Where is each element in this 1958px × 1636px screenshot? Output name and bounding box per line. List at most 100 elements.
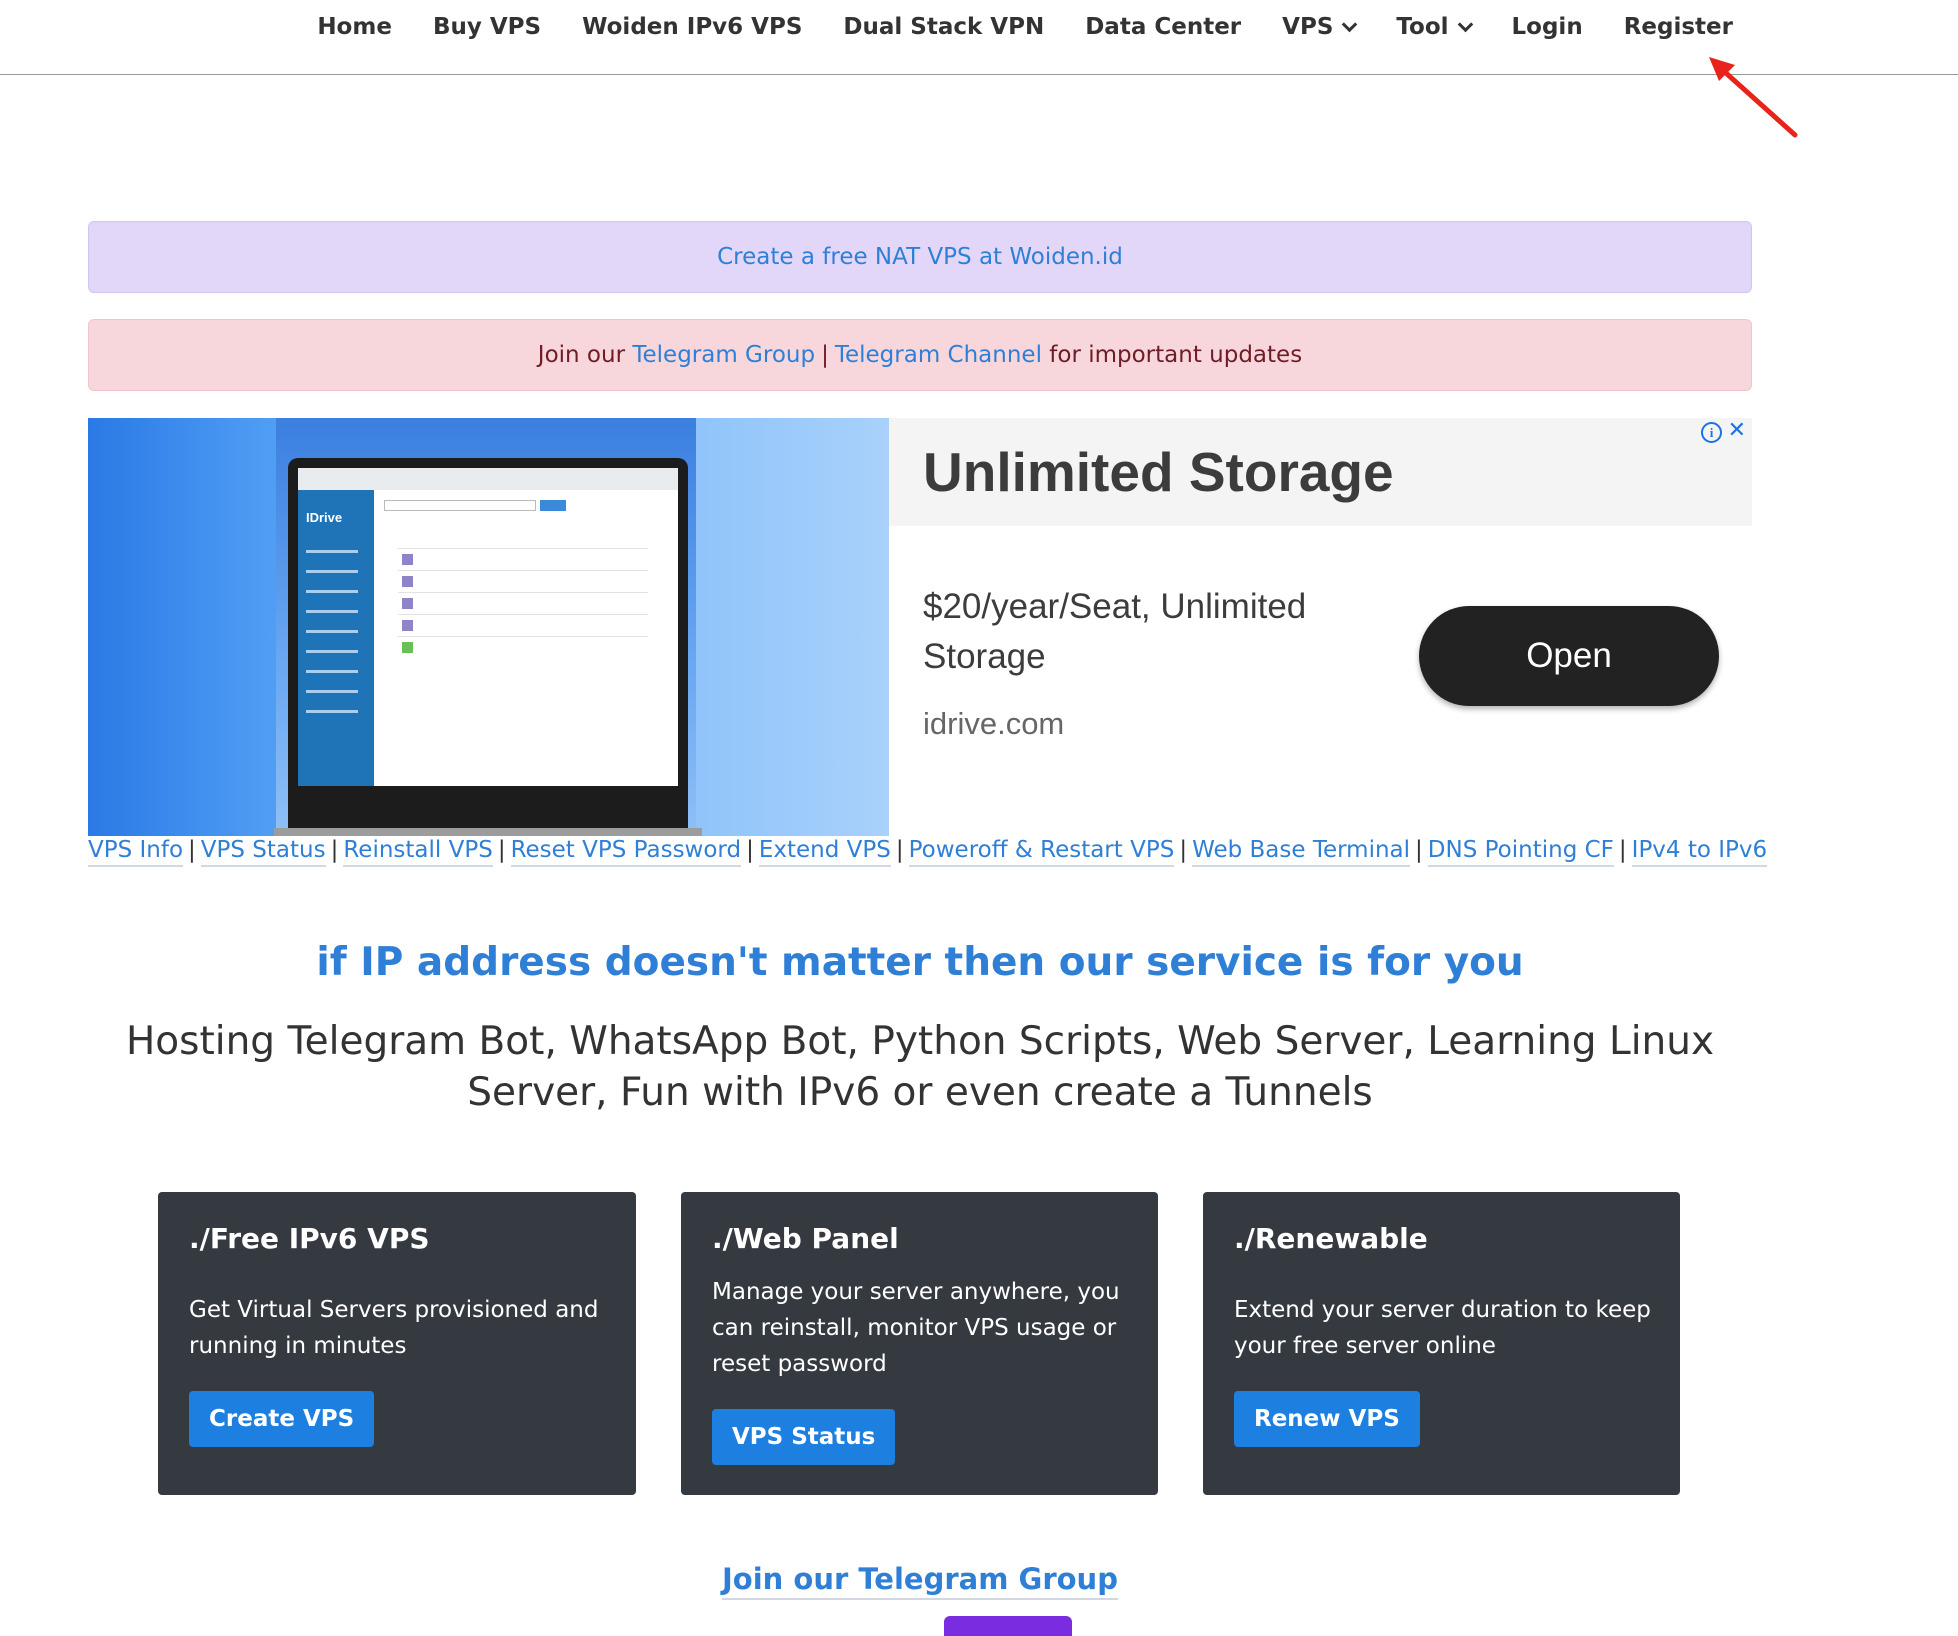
card-text: Manage your server anywhere, you can rei… — [712, 1279, 1120, 1377]
link-separator: | — [330, 837, 339, 863]
card-text: Get Virtual Servers provisioned and runn… — [189, 1297, 599, 1359]
close-icon[interactable]: ✕ — [1728, 418, 1746, 443]
telegram-alert-prefix: Join our — [537, 342, 626, 368]
laptop-base — [274, 828, 702, 836]
link-reinstall-vps[interactable]: Reinstall VPS — [343, 837, 493, 867]
info-icon[interactable]: i — [1701, 422, 1722, 443]
telegram-group-link[interactable]: Telegram Group — [632, 342, 815, 368]
partial-purple-button[interactable] — [944, 1616, 1072, 1636]
link-poweroff-restart-vps[interactable]: Poweroff & Restart VPS — [908, 837, 1175, 867]
nav-home[interactable]: Home — [317, 14, 392, 40]
app-row — [398, 614, 648, 615]
link-vps-status[interactable]: VPS Status — [200, 837, 326, 867]
nav-register[interactable]: Register — [1624, 14, 1733, 40]
app-row — [398, 592, 648, 593]
app-sidebar: IDrive — [298, 490, 374, 786]
card-title: ./Web Panel — [712, 1222, 899, 1255]
nav-buy-vps[interactable]: Buy VPS — [433, 14, 541, 40]
ad-header: Unlimited Storage i ✕ — [889, 418, 1752, 527]
chevron-down-icon — [1342, 16, 1358, 32]
nav-vps-dropdown[interactable]: VPS — [1282, 14, 1358, 40]
sidebar-line — [306, 570, 358, 573]
telegram-alert-separator: | — [821, 342, 829, 368]
app-row — [398, 636, 648, 637]
link-reset-vps-password[interactable]: Reset VPS Password — [510, 837, 742, 867]
windows-icon — [402, 598, 413, 609]
link-separator: | — [746, 837, 754, 863]
nav-login[interactable]: Login — [1512, 14, 1583, 40]
link-separator: | — [1179, 837, 1188, 863]
app-search-box — [384, 500, 536, 511]
hero-subtitle: Hosting Telegram Bot, WhatsApp Bot, Pyth… — [125, 1019, 1715, 1115]
hero-tagline: if IP address doesn't matter then our se… — [316, 940, 1524, 985]
laptop-illustration: IDrive — [288, 458, 688, 836]
link-extend-vps[interactable]: Extend VPS — [758, 837, 891, 867]
nav-data-center-label: Data Center — [1085, 14, 1242, 40]
card-title: ./Free IPv6 VPS — [189, 1222, 430, 1255]
windows-icon — [402, 576, 413, 587]
link-separator: | — [1618, 837, 1627, 863]
create-vps-button[interactable]: Create VPS — [189, 1391, 375, 1447]
join-telegram-section: Join our Telegram Group — [0, 1562, 1840, 1600]
browser-bar — [298, 468, 678, 490]
promo-link[interactable]: Create a free NAT VPS at Woiden.id — [717, 244, 1123, 270]
nav-woiden-ipv6-vps[interactable]: Woiden IPv6 VPS — [582, 14, 802, 40]
advertisement[interactable]: IDrive Unlimited Storage i ✕ $20/year/Se… — [88, 418, 1752, 836]
nav-woiden-label: Woiden IPv6 VPS — [582, 14, 803, 40]
app-row — [398, 548, 648, 549]
telegram-channel-link[interactable]: Telegram Channel — [835, 342, 1042, 368]
windows-icon — [402, 554, 413, 565]
card-title: ./Renewable — [1234, 1222, 1428, 1255]
promo-alert: Create a free NAT VPS at Woiden.id — [88, 221, 1752, 293]
telegram-alert: Join our Telegram Group | Telegram Channel… — [88, 319, 1752, 391]
sidebar-line — [306, 590, 358, 593]
renew-vps-button[interactable]: Renew VPS — [1234, 1391, 1420, 1447]
sidebar-line — [306, 670, 358, 673]
nav-home-label: Home — [317, 14, 392, 40]
vps-status-button[interactable]: VPS Status — [712, 1409, 896, 1465]
card-renewable: ./Renewable Extend your server duration … — [1203, 1192, 1680, 1495]
app-search-button — [540, 500, 566, 511]
card-free-ipv6-vps: ./Free IPv6 VPS Get Virtual Servers prov… — [158, 1192, 636, 1495]
nav-buy-vps-label: Buy VPS — [432, 14, 542, 40]
join-telegram-group-link[interactable]: Join our Telegram Group — [722, 1562, 1118, 1600]
ad-open-button[interactable]: Open — [1419, 606, 1719, 706]
ad-title[interactable]: Unlimited Storage — [923, 440, 1394, 504]
app-logo: IDrive — [306, 510, 343, 525]
top-navbar: Home Buy VPS Woiden IPv6 VPS Dual Stack … — [0, 0, 1958, 75]
sidebar-line — [306, 550, 358, 553]
sidebar-line — [306, 610, 358, 613]
link-web-base-terminal[interactable]: Web Base Terminal — [1192, 837, 1411, 867]
link-vps-info[interactable]: VPS Info — [88, 837, 184, 867]
laptop-screen: IDrive — [298, 468, 678, 786]
ad-description[interactable]: $20/year/Seat, Unlimited Storage — [923, 582, 1373, 682]
sidebar-line — [306, 650, 358, 653]
sidebar-line — [306, 690, 358, 693]
card-web-panel: ./Web Panel Manage your server anywhere,… — [681, 1192, 1158, 1495]
ad-image[interactable]: IDrive — [88, 418, 889, 836]
nav-register-label: Register — [1623, 14, 1733, 40]
telegram-alert-suffix: for important updates — [1049, 342, 1303, 368]
link-separator: | — [895, 837, 904, 863]
ad-domain[interactable]: idrive.com — [923, 706, 1064, 742]
nav-tool-label: Tool — [1396, 14, 1449, 40]
nav-tool-dropdown[interactable]: Tool — [1396, 14, 1473, 40]
nav-dual-stack-vpn[interactable]: Dual Stack VPN — [843, 14, 1044, 40]
quick-links-bar: VPS Info | VPS Status | Reinstall VPS | Reset … — [88, 837, 1768, 867]
nav-login-label: Login — [1511, 14, 1583, 40]
link-separator: | — [1415, 837, 1423, 863]
android-icon — [402, 642, 413, 653]
app-row — [398, 570, 648, 571]
red-arrow-annotation — [1709, 57, 1798, 138]
nav-vps-label: VPS — [1282, 14, 1334, 40]
card-text: Extend your server duration to keep your… — [1234, 1297, 1651, 1359]
nav-data-center[interactable]: Data Center — [1085, 14, 1241, 40]
link-separator: | — [188, 837, 196, 863]
link-dns-pointing-cf[interactable]: DNS Pointing CF — [1427, 837, 1614, 867]
sidebar-line — [306, 710, 358, 713]
link-separator: | — [497, 837, 506, 863]
link-ipv4-to-ipv6[interactable]: IPv4 to IPv6 — [1631, 837, 1768, 867]
chevron-down-icon — [1457, 16, 1473, 32]
nav-menu: Home Buy VPS Woiden IPv6 VPS Dual Stack … — [317, 14, 1733, 40]
nav-dual-stack-label: Dual Stack VPN — [843, 14, 1045, 40]
